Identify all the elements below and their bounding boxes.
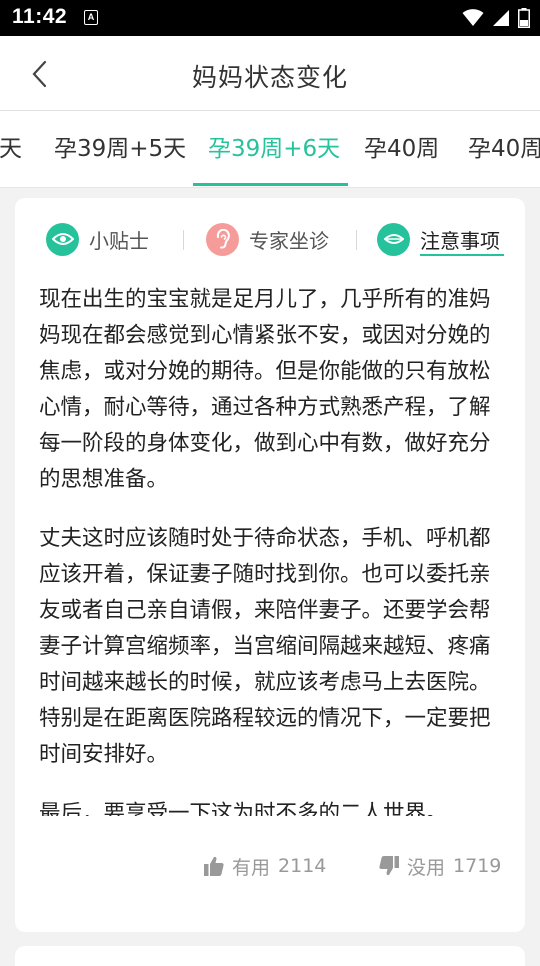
- page-title: 妈妈状态变化: [191, 63, 348, 92]
- ear-icon: [206, 222, 239, 256]
- status-bar: 11:42 A: [0, 0, 540, 36]
- vote-bar: 有用 2114 没用 1719: [15, 848, 525, 884]
- status-time: 11:42: [12, 5, 68, 28]
- content-tab-indicator: [420, 254, 504, 256]
- tab-expert[interactable]: 专家坐诊: [206, 222, 329, 256]
- content-card: 小贴士 专家坐诊 注意事项 现在出生的宝宝就是足月儿了，几乎所有的准妈妈现在都会…: [15, 198, 525, 932]
- useful-button[interactable]: 有用 2114: [203, 848, 326, 884]
- thumbs-down-icon: [379, 856, 399, 876]
- article-paragraph: 丈夫这时应该随时处于待命状态，手机、呼机都应该开着，保证妻子随时找到你。也可以委…: [39, 526, 491, 767]
- tab-expert-label: 专家坐诊: [249, 228, 329, 253]
- tab-notes[interactable]: 注意事项: [377, 222, 500, 256]
- tab-week-39-5[interactable]: 孕39周+5天: [54, 111, 186, 187]
- lips-icon: [377, 222, 410, 256]
- tab-week-39-6[interactable]: 孕39周+6天: [208, 111, 340, 187]
- useless-count: 1719: [453, 855, 502, 877]
- tab-notes-label: 注意事项: [420, 228, 500, 253]
- eye-icon: [46, 222, 79, 256]
- battery-icon: [518, 8, 530, 28]
- tab-week-40-next[interactable]: 孕40周: [468, 111, 540, 187]
- active-tab-indicator: [193, 183, 348, 186]
- article-paragraph: 现在出生的宝宝就是足月儿了，几乎所有的准妈妈现在都会感觉到心情紧张不安，或因对分…: [39, 287, 491, 492]
- status-icons: [462, 7, 530, 29]
- app-header: 妈妈状态变化: [0, 36, 540, 111]
- useless-button[interactable]: 没用 1719: [378, 848, 501, 884]
- useful-count: 2114: [278, 855, 327, 877]
- signal-icon: [493, 10, 509, 26]
- useful-label: 有用: [232, 856, 271, 879]
- tab-separator: [356, 230, 357, 250]
- tab-tips-label: 小贴士: [89, 228, 149, 253]
- tab-separator: [183, 230, 184, 250]
- wifi-icon: [462, 9, 484, 26]
- content-tabs: 小贴士 专家坐诊 注意事项: [15, 198, 525, 284]
- article-body: 现在出生的宝宝就是足月儿了，几乎所有的准妈妈现在都会感觉到心情紧张不安，或因对分…: [39, 282, 505, 816]
- tab-week-40[interactable]: 孕40周: [364, 111, 439, 187]
- article-paragraph: 最后，要享受一下这为时不多的二人世界。: [39, 801, 448, 816]
- notification-a-icon: A: [84, 10, 98, 25]
- thumbs-up-icon: [204, 856, 224, 876]
- tab-week-prev-partial[interactable]: 天: [0, 111, 22, 187]
- next-card: [15, 946, 525, 966]
- week-tabs: 天 孕39周+5天 孕39周+6天 孕40周 孕40周: [0, 111, 540, 188]
- tab-tips[interactable]: 小贴士: [46, 222, 149, 256]
- useless-label: 没用: [407, 856, 446, 879]
